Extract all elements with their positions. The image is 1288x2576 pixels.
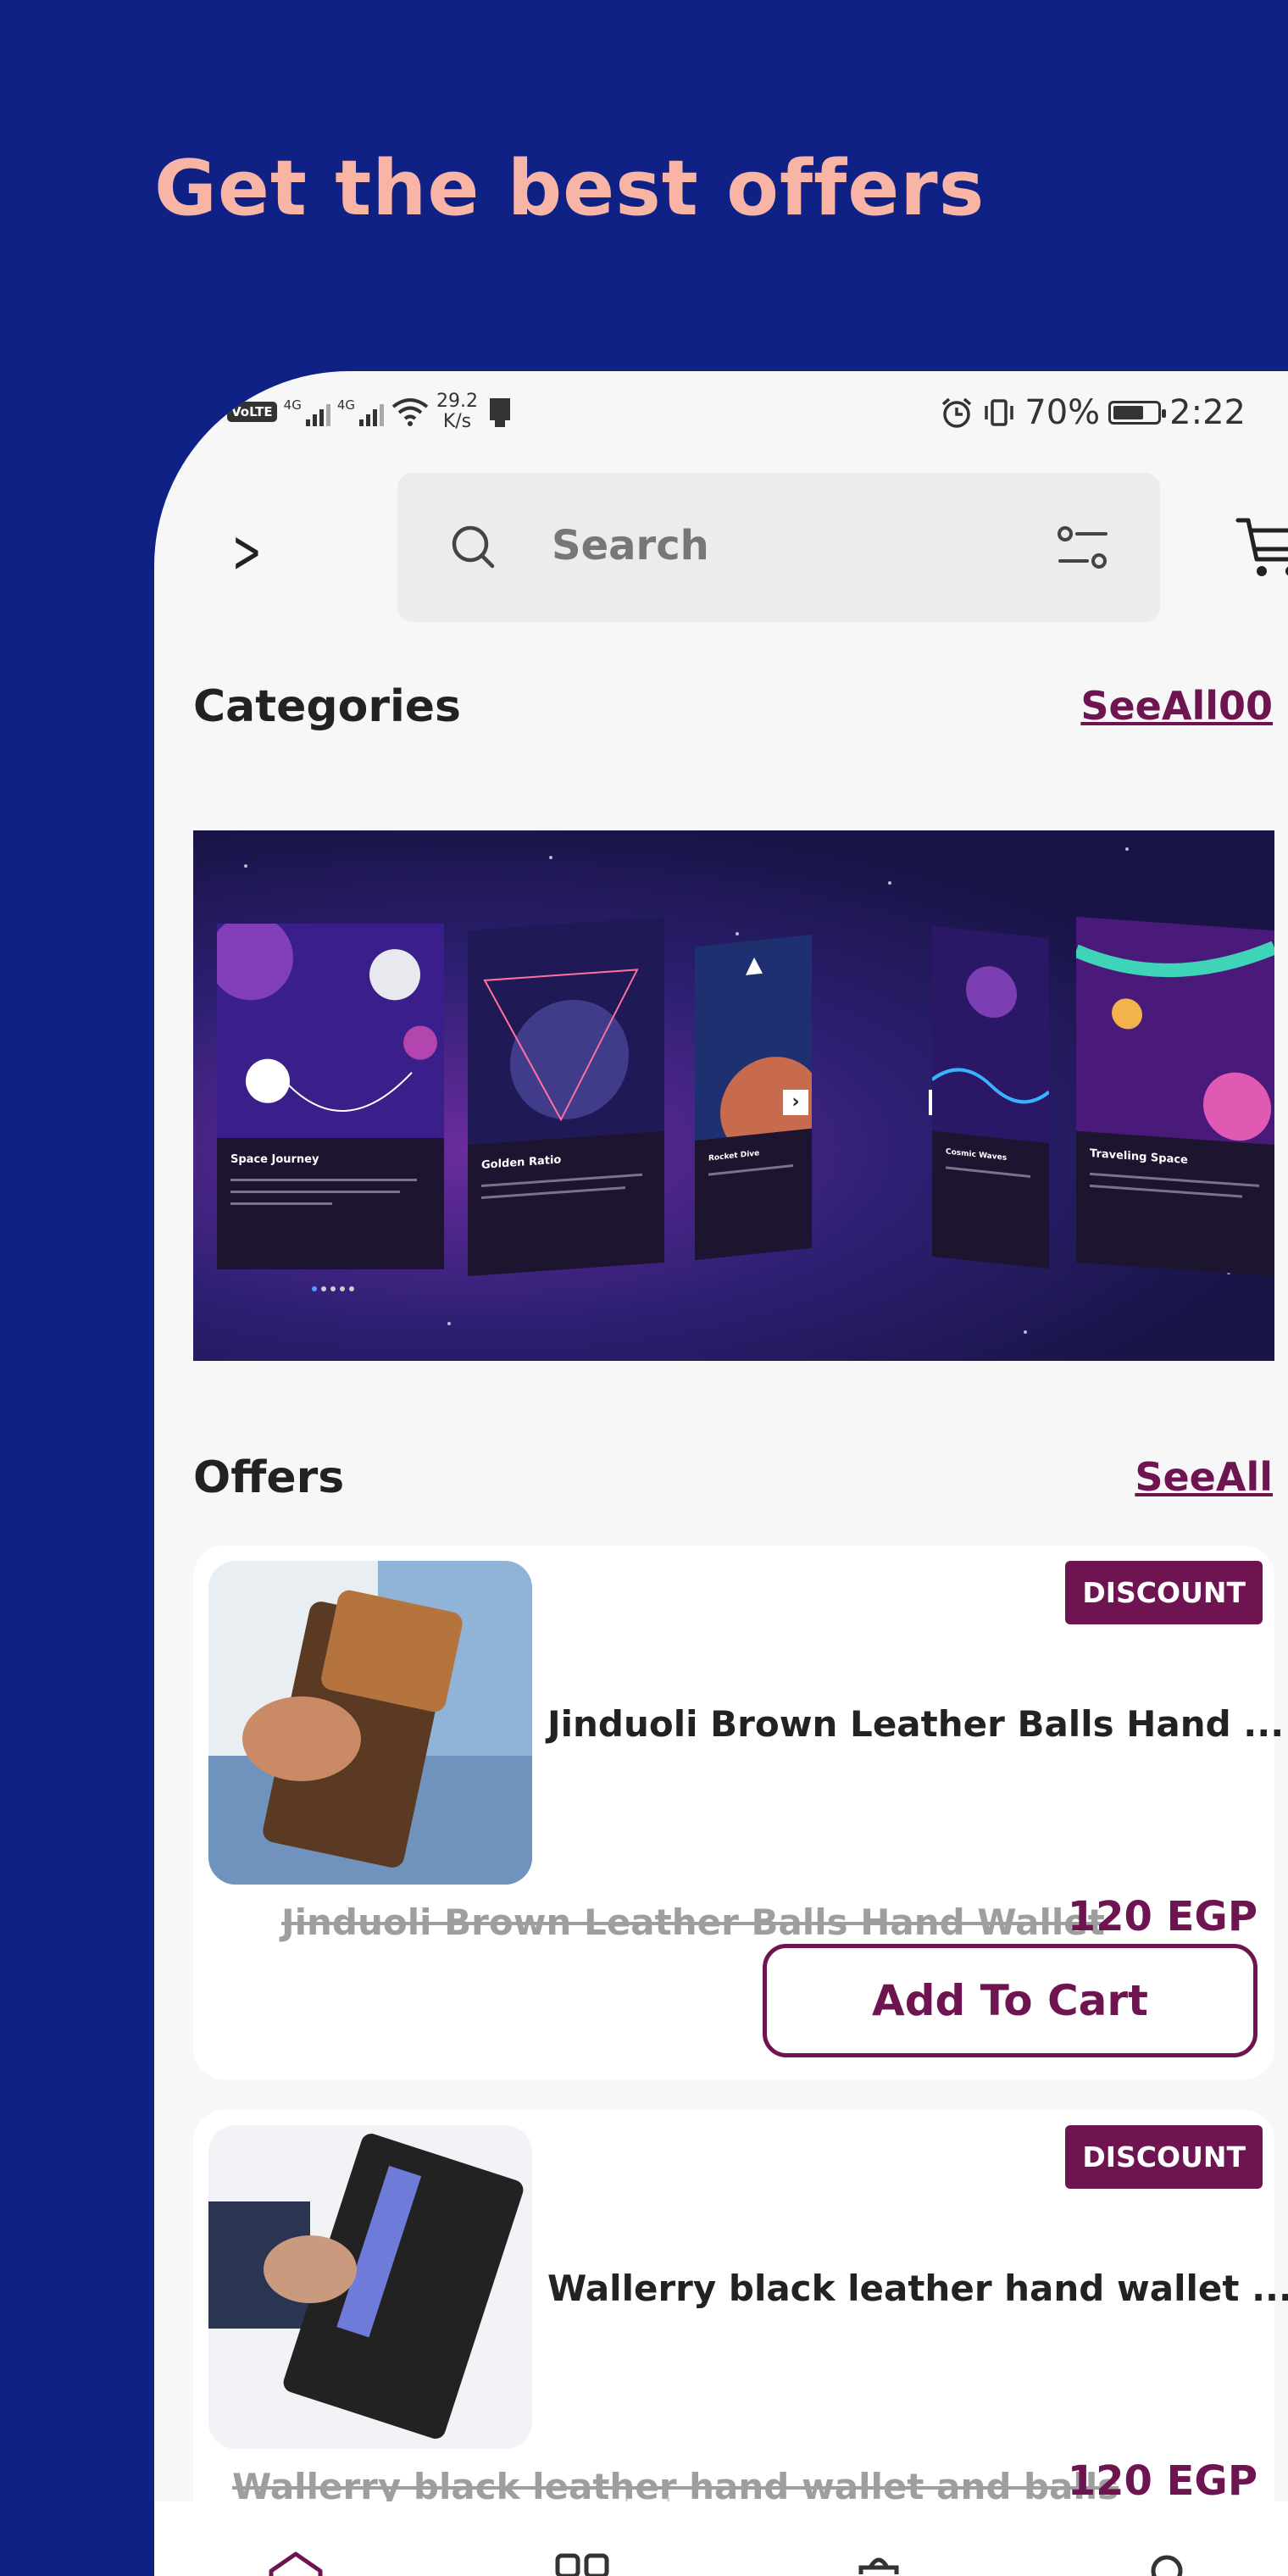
search-bar[interactable]: Search — [397, 473, 1160, 622]
discount-badge: DISCOUNT — [1065, 1561, 1263, 1624]
planets-illustration — [1076, 916, 1274, 1146]
home-icon[interactable] — [266, 2549, 325, 2576]
vibrate-icon — [985, 399, 1014, 426]
banner-card[interactable]: Space Journey — [217, 924, 444, 1269]
speed-value: 29.2 — [436, 391, 478, 412]
carousel-dots[interactable] — [312, 1286, 354, 1291]
banner-next-arrow[interactable]: › — [783, 1090, 808, 1115]
offer-card[interactable]: DISCOUNT Jinduoli Brown Leather Balls Ha… — [193, 1546, 1284, 2079]
search-icon — [452, 525, 495, 569]
banner-card[interactable]: Golden Ratio — [468, 916, 664, 1277]
signal-icon: 4G — [337, 397, 384, 426]
network-type: 4G — [283, 397, 302, 413]
product-image — [208, 1561, 532, 1885]
status-bar: VoLTE 4G 4G 29.2 K/s 70% 2:22 — [154, 371, 1288, 456]
speed-unit: K/s — [442, 411, 472, 432]
offers-see-all-link[interactable]: SeeAll — [1135, 1454, 1273, 1500]
waves-illustration — [932, 925, 1049, 1144]
product-price: 120 EGP — [1067, 2457, 1257, 2505]
clock: 2:22 — [1169, 393, 1246, 432]
banner-card[interactable]: Cosmic Waves — [932, 925, 1049, 1269]
product-name[interactable]: Jinduoli Brown Leather Balls Hand ... — [547, 1703, 1284, 1745]
banner-card-title: Space Journey — [230, 1152, 319, 1166]
profile-icon[interactable] — [1137, 2549, 1196, 2576]
astronaut-illustration — [217, 924, 444, 1138]
cart-icon[interactable] — [1235, 514, 1288, 581]
alarm-icon — [942, 397, 972, 428]
banner-card-title: Cosmic Waves — [946, 1147, 1008, 1163]
product-old-name: Jinduoli Brown Leather Balls Hand Wallet — [281, 1901, 1105, 1943]
search-input[interactable]: Search — [552, 522, 709, 569]
offers-title: Offers — [193, 1452, 345, 1503]
network-type: 4G — [336, 397, 355, 413]
product-price: 120 EGP — [1067, 1893, 1257, 1940]
categories-title: Categories — [193, 681, 462, 732]
wifi-icon — [391, 398, 429, 426]
filter-icon[interactable] — [1057, 522, 1109, 575]
network-speed: 29.2 K/s — [436, 391, 478, 432]
categories-see-all-link[interactable]: SeeAll00 — [1080, 683, 1273, 729]
battery-percentage: 70% — [1024, 393, 1101, 432]
bottom-navigation — [154, 2501, 1288, 2576]
page-headline: Get the best offers — [154, 144, 985, 233]
product-image — [208, 2125, 532, 2449]
phone-screen: VoLTE 4G 4G 29.2 K/s 70% 2:22 > Search C… — [154, 371, 1288, 2576]
categories-banner[interactable]: Space Journey Golden Ratio Rocket Dive ›… — [193, 830, 1274, 1361]
shopping-bag-icon[interactable] — [849, 2549, 908, 2576]
discount-badge: DISCOUNT — [1065, 2125, 1263, 2189]
product-name[interactable]: Wallerry black leather hand wallet ... — [547, 2268, 1288, 2309]
categories-grid-icon[interactable] — [552, 2549, 612, 2576]
signal-icon: 4G — [284, 397, 330, 426]
banner-card-title: Golden Ratio — [481, 1153, 562, 1172]
banner-card-title: Traveling Space — [1090, 1146, 1188, 1168]
banner-card-title: Rocket Dive — [708, 1149, 760, 1163]
planet-illustration — [468, 916, 664, 1146]
chevron-right-icon[interactable]: > — [232, 517, 262, 586]
sim-icon — [489, 398, 510, 427]
battery-fill — [1113, 406, 1144, 419]
volte-badge: VoLTE — [227, 402, 277, 422]
battery-icon — [1108, 401, 1167, 425]
add-to-cart-button[interactable]: Add To Cart — [763, 1944, 1257, 2057]
banner-card[interactable]: Traveling Space — [1076, 916, 1274, 1277]
